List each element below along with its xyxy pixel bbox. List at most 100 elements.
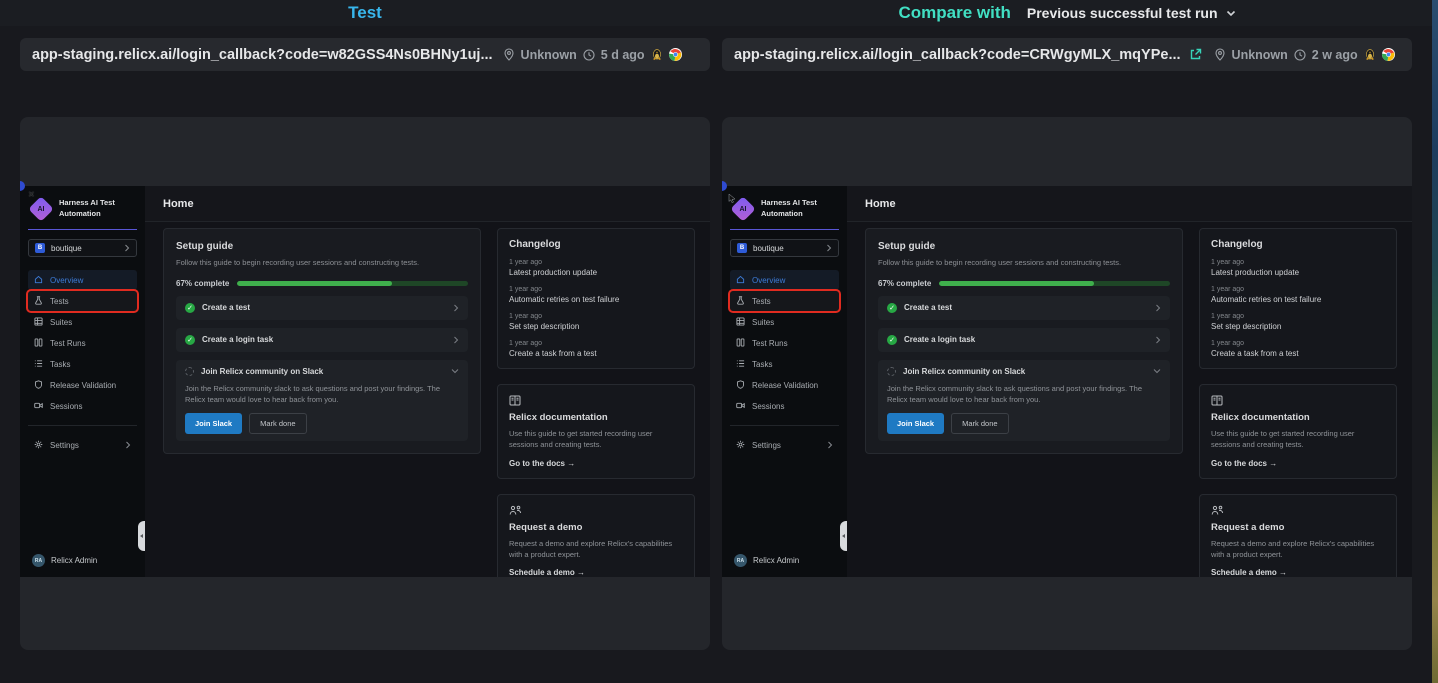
info-column: Changelog 1 year ago Latest production u…	[1199, 228, 1397, 577]
documentation-card: Relicx documentation Use this guide to g…	[1199, 384, 1397, 479]
test-screenshot-panel: ✕ AI Harness AI Test Automation B boutiq…	[20, 117, 710, 650]
sidebar-item-test-runs: Test Runs	[730, 333, 839, 353]
changelog-text: Automatic retries on test failure	[1211, 295, 1385, 304]
sidebar-item-label: Tests	[752, 297, 771, 306]
chevron-down-icon	[1153, 368, 1161, 374]
step-label: Create a login task	[904, 335, 975, 344]
release-validation-icon	[34, 380, 43, 391]
changelog-text: Latest production update	[1211, 268, 1385, 277]
project-badge: B	[35, 243, 45, 253]
linux-icon	[651, 48, 663, 61]
changelog-time: 1 year ago	[1211, 340, 1385, 347]
compare-with-title: Compare with	[898, 3, 1010, 23]
sidebar-item-overview: Overview	[730, 270, 839, 290]
project-badge: B	[737, 243, 747, 253]
book-icon	[509, 395, 683, 406]
changelog-time: 1 year ago	[509, 286, 683, 293]
changelog-text: Set step description	[1211, 322, 1385, 331]
setup-step-create-test: ✓ Create a test	[878, 296, 1170, 320]
sidebar-item-label: Overview	[50, 276, 83, 285]
schedule-demo-link: Schedule a demo →	[1211, 568, 1385, 577]
setup-progress: 67% complete	[176, 279, 468, 288]
sidebar-item-label: Tasks	[752, 360, 772, 369]
page-title: Home	[865, 198, 896, 210]
step-label: Create a test	[904, 303, 952, 312]
progress-fill	[237, 281, 392, 286]
sidebar-divider	[730, 425, 839, 426]
sidebar-item-sessions: Sessions	[28, 396, 137, 416]
request-demo-title: Request a demo	[1211, 522, 1385, 533]
app-page-content: Setup guide Follow this guide to begin r…	[847, 222, 1412, 577]
check-circle-icon: ✓	[887, 303, 897, 313]
setup-guide-subtitle: Follow this guide to begin recording use…	[878, 258, 1170, 269]
changelog-time: 1 year ago	[509, 340, 683, 347]
test-comparison-view: Test Compare with Previous successful te…	[0, 0, 1438, 683]
step-label: Join Relicx community on Slack	[201, 367, 323, 376]
project-selector: B boutique	[730, 239, 839, 257]
page-title: Home	[163, 198, 194, 210]
test-url: app-staging.relicx.ai/login_callback?cod…	[32, 47, 493, 63]
sidebar-item-label: Sessions	[752, 402, 784, 411]
sidebar-item-test-runs: Test Runs	[28, 333, 137, 353]
harness-logo-icon: AI	[28, 196, 53, 221]
documentation-card: Relicx documentation Use this guide to g…	[497, 384, 695, 479]
progress-label: 67% complete	[878, 279, 931, 288]
compare-run-dropdown[interactable]: Previous successful test run	[1027, 5, 1236, 21]
sidebar-item-label: Sessions	[50, 402, 82, 411]
chevron-right-icon	[125, 441, 131, 449]
sidebar-item-tests: Tests	[28, 291, 137, 311]
chevron-right-icon	[826, 244, 832, 252]
request-demo-card: Request a demo Request a demo and explor…	[497, 494, 695, 578]
cursor-arrow-icon	[728, 190, 736, 208]
mark-done-button: Mark done	[951, 413, 1008, 434]
sidebar-item-release-validation: Release Validation	[730, 375, 839, 395]
test-screenshot: ✕ AI Harness AI Test Automation B boutiq…	[20, 186, 710, 577]
sidebar-divider	[28, 425, 137, 426]
app-brand: AI Harness AI Test Automation	[28, 198, 137, 219]
test-url-meta: Unknown 5 d ago	[503, 48, 682, 62]
sidebar-item-suites: Suites	[730, 312, 839, 332]
people-icon	[1211, 505, 1385, 516]
changelog-entry: 1 year ago Set step description	[1211, 313, 1385, 331]
setup-guide-card: Setup guide Follow this guide to begin r…	[865, 228, 1183, 454]
compare-header-group: Compare with Previous successful test ru…	[722, 0, 1412, 26]
test-header-group: Test	[20, 0, 710, 26]
beaker-icon	[736, 296, 745, 307]
join-slack-button: Join Slack	[185, 413, 242, 434]
changelog-entry: 1 year ago Create a task from a test	[509, 340, 683, 358]
app-brand-name: Harness AI Test Automation	[59, 198, 137, 219]
app-screenshot-content: ✕ AI Harness AI Test Automation B boutiq…	[722, 186, 1412, 577]
chevron-right-icon	[124, 244, 130, 252]
info-column: Changelog 1 year ago Latest production u…	[497, 228, 695, 577]
setup-guide-card: Setup guide Follow this guide to begin r…	[163, 228, 481, 454]
sidebar-item-settings: Settings	[730, 435, 839, 455]
external-link-icon[interactable]	[1189, 48, 1202, 61]
location-pin-icon	[503, 48, 515, 61]
progress-bar	[237, 281, 468, 286]
app-main: Home Setup guide Follow this guide to be…	[145, 186, 710, 577]
documentation-description: Use this guide to get started recording …	[509, 428, 683, 451]
user-menu: RA Relicx Admin	[28, 554, 137, 567]
sidebar-item-tasks: Tasks	[28, 354, 137, 374]
test-age: 5 d ago	[601, 48, 645, 62]
test-url-bar: app-staging.relicx.ai/login_callback?cod…	[20, 38, 710, 71]
project-selector: B boutique	[28, 239, 137, 257]
setup-guide-subtitle: Follow this guide to begin recording use…	[176, 258, 468, 269]
app-brand-name: Harness AI Test Automation	[761, 198, 839, 219]
changelog-title: Changelog	[509, 239, 683, 250]
clock-icon	[1294, 49, 1306, 61]
documentation-description: Use this guide to get started recording …	[1211, 428, 1385, 451]
changelog-time: 1 year ago	[1211, 286, 1385, 293]
compare-url: app-staging.relicx.ai/login_callback?cod…	[734, 47, 1181, 63]
linux-icon	[1364, 48, 1376, 61]
check-circle-icon: ✓	[185, 303, 195, 313]
compare-location: Unknown	[1232, 48, 1288, 62]
setup-step-create-test: ✓ Create a test	[176, 296, 468, 320]
app-page-header: Home	[847, 186, 1412, 222]
chrome-icon	[1382, 48, 1395, 61]
changelog-entry: 1 year ago Automatic retries on test fai…	[509, 286, 683, 304]
request-demo-description: Request a demo and explore Relicx's capa…	[1211, 538, 1385, 561]
changelog-text: Create a task from a test	[509, 349, 683, 358]
sidebar-item-label: Settings	[752, 441, 781, 450]
changelog-text: Set step description	[509, 322, 683, 331]
